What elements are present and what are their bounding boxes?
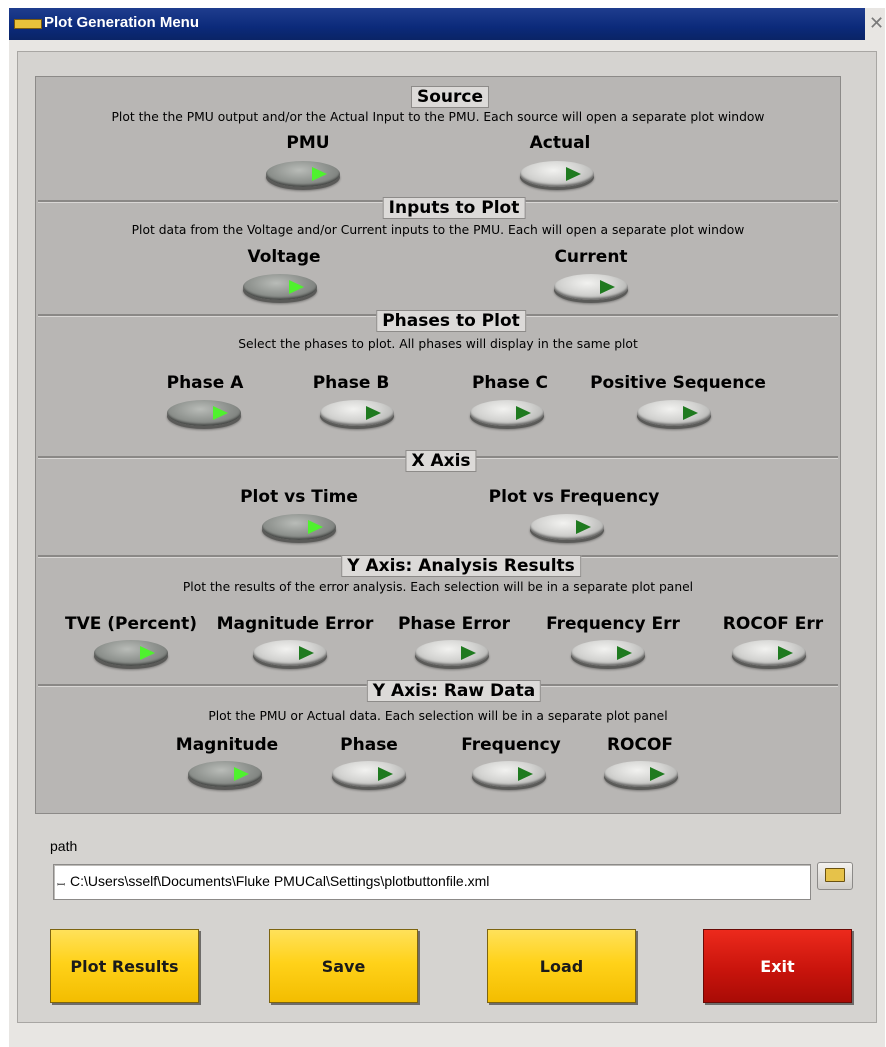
section-title-phases: Phases to Plot [376,310,526,332]
app-icon [14,19,42,29]
led-indicator-icon [650,767,665,781]
led-indicator-icon [600,280,615,294]
path-value: C:\Users\sself\Documents\Fluke PMUCal\Se… [70,873,490,889]
plot-results-button[interactable]: Plot Results [50,929,199,1003]
led-indicator-icon [213,406,228,420]
section-title-x-axis: X Axis [405,450,477,472]
toggle-label-frequency: Frequency [461,735,561,755]
window-title: Plot Generation Menu [44,14,200,31]
toggle-label-phase-c: Phase C [471,373,549,393]
browse-button[interactable] [817,862,853,890]
toggle-label-phase-b: Phase B [312,373,390,393]
section-title-y-raw: Y Axis: Raw Data [366,680,542,702]
section-desc-source: Plot the the PMU output and/or the Actua… [111,110,765,124]
path-field[interactable]: ꟷ C:\Users\sself\Documents\Fluke PMUCal\… [53,864,811,900]
toggle-frequency-err[interactable] [571,640,645,666]
toggle-label-phase: Phase [340,735,398,755]
toggle-current[interactable] [554,274,628,300]
exit-button[interactable]: Exit [703,929,852,1003]
toggle-label-voltage: Voltage [247,247,321,267]
toggle-label-pmu: PMU [286,133,330,153]
toggle-rocof-err[interactable] [732,640,806,666]
toggle-label-phase-error: Phase Error [397,614,511,634]
led-indicator-icon [299,646,314,660]
toggle-pmu[interactable] [266,161,340,187]
toggle-label-phase-a: Phase A [166,373,244,393]
toggle-phase-b[interactable] [320,400,394,426]
led-indicator-icon [312,167,327,181]
toggle-plot-vs-frequency[interactable] [530,514,604,540]
led-indicator-icon [617,646,632,660]
led-indicator-icon [683,406,698,420]
toggle-frequency[interactable] [472,761,546,787]
led-indicator-icon [576,520,591,534]
led-indicator-icon [308,520,323,534]
toggle-label-frequency-err: Frequency Err [546,614,680,634]
close-icon[interactable]: ✕ [869,15,885,34]
toggle-label-current: Current [554,247,628,267]
section-desc-y-analysis: Plot the results of the error analysis. … [182,580,694,594]
toggle-actual[interactable] [520,161,594,187]
toggle-label-plot-vs-frequency: Plot vs Frequency [488,487,660,507]
led-indicator-icon [518,767,533,781]
toggle-magnitude-error[interactable] [253,640,327,666]
led-indicator-icon [140,646,155,660]
toggle-magnitude[interactable] [188,761,262,787]
toggle-phase-a[interactable] [167,400,241,426]
section-title-source: Source [410,86,490,108]
toggle-phase-error[interactable] [415,640,489,666]
toggle-phase[interactable] [332,761,406,787]
led-indicator-icon [516,406,531,420]
section-desc-y-raw: Plot the PMU or Actual data. Each select… [208,709,668,723]
save-button[interactable]: Save [269,929,418,1003]
folder-icon [825,868,845,882]
led-indicator-icon [566,167,581,181]
path-symbol-icon: ꟷ [57,880,66,891]
led-indicator-icon [778,646,793,660]
toggle-plot-vs-time[interactable] [262,514,336,540]
toggle-label-plot-vs-time: Plot vs Time [240,487,358,507]
led-indicator-icon [289,280,304,294]
section-title-inputs: Inputs to Plot [382,197,526,219]
section-desc-phases: Select the phases to plot. All phases wi… [238,337,638,351]
toggle-label-tve: TVE (Percent) [64,614,198,634]
toggle-tve[interactable] [94,640,168,666]
load-button[interactable]: Load [487,929,636,1003]
toggle-label-positive-sequence: Positive Sequence [590,373,766,393]
toggle-phase-c[interactable] [470,400,544,426]
toggle-label-magnitude-error: Magnitude Error [216,614,374,634]
toggle-label-magnitude: Magnitude [175,735,279,755]
led-indicator-icon [234,767,249,781]
toggle-voltage[interactable] [243,274,317,300]
toggle-label-rocof: ROCOF [606,735,674,755]
toggle-label-rocof-err: ROCOF Err [722,614,824,634]
path-label: path [50,838,78,854]
led-indicator-icon [378,767,393,781]
toggle-label-actual: Actual [529,133,591,153]
toggle-rocof[interactable] [604,761,678,787]
toggle-positive-sequence[interactable] [637,400,711,426]
section-title-y-analysis: Y Axis: Analysis Results [341,555,581,577]
led-indicator-icon [461,646,476,660]
plot-options-panel: Source Plot the the PMU output and/or th… [35,76,841,814]
section-desc-inputs: Plot data from the Voltage and/or Curren… [131,223,745,237]
title-bar: Plot Generation Menu [9,8,865,40]
led-indicator-icon [366,406,381,420]
